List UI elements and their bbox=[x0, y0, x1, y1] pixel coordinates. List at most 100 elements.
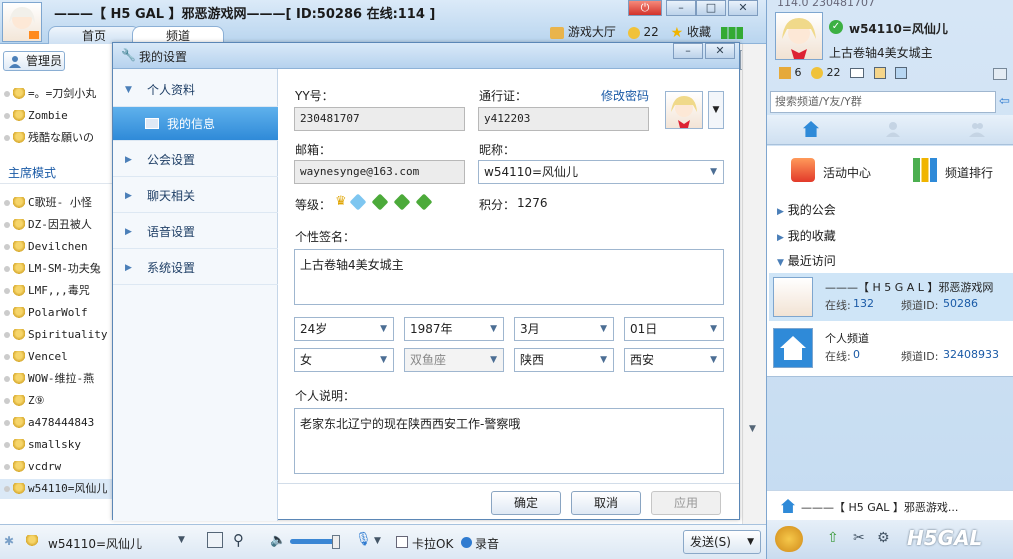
channel-ranking-link[interactable]: 频道排行 bbox=[945, 164, 993, 181]
scroll-down-icon[interactable]: ▼ bbox=[749, 424, 756, 434]
sidebar-item-system[interactable]: ▶ 系统设置 bbox=[113, 251, 278, 285]
my-signature[interactable]: 上古卷轴4美女城主 bbox=[829, 44, 933, 61]
maximize-button[interactable]: □ bbox=[696, 0, 726, 16]
birth-day-select[interactable]: 01日 ▼ bbox=[624, 317, 724, 341]
role-bar: 管理员 bbox=[0, 50, 110, 72]
list-item[interactable]: vcdrw bbox=[0, 457, 112, 477]
search-icon[interactable]: ⚲ bbox=[233, 531, 244, 549]
city-select[interactable]: 西安 ▼ bbox=[624, 348, 724, 372]
list-item[interactable]: 残酷な願いの bbox=[0, 128, 112, 148]
tab-groups-icon[interactable] bbox=[969, 121, 985, 137]
mascot-icon[interactable] bbox=[775, 526, 803, 552]
avatar-dropdown-button[interactable]: ▼ bbox=[708, 91, 724, 129]
signature-label: 个性签名： bbox=[295, 230, 356, 244]
list-item[interactable]: PolarWolf bbox=[0, 303, 112, 323]
zodiac-select: 双鱼座 ▼ bbox=[404, 348, 504, 372]
skin-icon[interactable] bbox=[993, 68, 1007, 80]
birth-year-select[interactable]: 1987年 ▼ bbox=[404, 317, 504, 341]
my-avatar[interactable] bbox=[775, 12, 823, 60]
my-guild-item[interactable]: ▶ 我的公会 bbox=[777, 201, 836, 218]
sidebar-item-profile[interactable]: ▼ 个人资料 bbox=[113, 73, 278, 107]
download-icon[interactable] bbox=[895, 67, 907, 79]
list-item[interactable]: Zombie bbox=[0, 106, 112, 126]
karaoke-checkbox[interactable] bbox=[396, 536, 408, 548]
mail-icon[interactable] bbox=[850, 68, 864, 78]
dialog-minimize-button[interactable]: – bbox=[673, 43, 703, 59]
grid-icon[interactable] bbox=[873, 67, 886, 79]
list-item[interactable]: DZ-因丑被人 bbox=[0, 215, 112, 235]
nickname-field[interactable]: w54110=风仙儿 ▼ bbox=[478, 160, 724, 184]
list-item[interactable]: smallsky bbox=[0, 435, 112, 455]
minimize-button[interactable]: – bbox=[666, 0, 696, 16]
search-input[interactable]: 搜索频道/Y友/Y群 bbox=[770, 91, 996, 113]
list-item[interactable]: C歌班- 小怪 bbox=[0, 193, 112, 213]
province-select[interactable]: 陕西 ▼ bbox=[514, 348, 614, 372]
game-hall-link[interactable]: 游戏大厅 bbox=[568, 25, 616, 39]
speaker-mute-icon[interactable]: 🔈 bbox=[270, 533, 286, 548]
volume-handle[interactable] bbox=[332, 535, 340, 549]
user-icon bbox=[13, 87, 25, 101]
tools-icon[interactable]: ✂ bbox=[853, 530, 865, 546]
online-label: 在线: bbox=[825, 299, 851, 312]
my-favorites-item[interactable]: ▶ 我的收藏 bbox=[777, 227, 836, 244]
send-button[interactable]: 发送(S) ▼ bbox=[683, 530, 761, 554]
profile-avatar[interactable] bbox=[665, 91, 703, 129]
list-item[interactable]: Z⑨ bbox=[0, 391, 112, 411]
sidebar-item-chat[interactable]: ▶ 聊天相关 bbox=[113, 179, 278, 213]
record-icon[interactable] bbox=[461, 537, 472, 548]
current-user-name[interactable]: w54110=风仙儿 bbox=[48, 535, 142, 552]
list-item[interactable]: WOW-维拉-燕 bbox=[0, 369, 112, 389]
list-item[interactable]: a478444843 bbox=[0, 413, 112, 433]
chevron-down-icon[interactable]: ▼ bbox=[178, 535, 185, 545]
age-select[interactable]: 24岁 ▼ bbox=[294, 317, 394, 341]
manager-role-button[interactable]: 管理员 bbox=[3, 51, 65, 71]
dialog-close-button[interactable]: ✕ bbox=[705, 43, 735, 59]
list-item[interactable]: =。=刀剑小丸 bbox=[0, 84, 112, 104]
personal-channel-card[interactable]: 个人频道 在线: 0 频道ID: 32408933 bbox=[769, 324, 1013, 372]
current-channel-bar[interactable]: ———【 H5 GAL 】邪恶游戏... bbox=[767, 490, 1013, 520]
notes-icon[interactable] bbox=[207, 532, 223, 548]
chevron-right-icon: ▶ bbox=[125, 263, 132, 273]
settings-icon[interactable]: ✱ bbox=[4, 534, 14, 548]
list-item[interactable]: w54110=风仙儿 bbox=[0, 479, 112, 499]
list-item[interactable]: LMF,,,毒咒 bbox=[0, 281, 112, 301]
chevron-down-icon: ▼ bbox=[380, 324, 387, 334]
recent-channel-card[interactable]: ———【 H 5 G A L 】邪恶游戏网 在线: 132 频道ID: 5028… bbox=[769, 273, 1013, 321]
close-button[interactable]: ✕ bbox=[728, 0, 758, 16]
sidebar-item-voice[interactable]: ▶ 语音设置 bbox=[113, 215, 278, 249]
search-go-icon[interactable]: ⇦ bbox=[999, 94, 1010, 109]
microphone-icon[interactable]: 🎙 bbox=[355, 532, 372, 547]
birth-month-select[interactable]: 3月 ▼ bbox=[514, 317, 614, 341]
tab-friends-icon[interactable] bbox=[885, 121, 901, 137]
settings-icon[interactable]: ⚙ bbox=[877, 530, 890, 546]
list-item[interactable]: Devilchen bbox=[0, 237, 112, 257]
manager-label: 管理员 bbox=[26, 54, 63, 68]
list-item[interactable]: Vencel bbox=[0, 347, 112, 367]
signature-input[interactable]: 上古卷轴4美女城主 bbox=[294, 249, 724, 305]
favorite-link[interactable]: 收藏 bbox=[687, 25, 711, 39]
channel-avatar[interactable] bbox=[2, 2, 42, 42]
gender-select[interactable]: 女 ▼ bbox=[294, 348, 394, 372]
divider bbox=[767, 376, 1013, 377]
chevron-down-icon[interactable]: ▼ bbox=[374, 536, 381, 546]
sidebar-item-my-info[interactable]: 我的信息 bbox=[113, 107, 278, 141]
chevron-right-icon: ▶ bbox=[125, 155, 132, 165]
recent-visits-item[interactable]: ▼ 最近访问 bbox=[777, 252, 836, 269]
cancel-button[interactable]: 取消 bbox=[571, 491, 641, 515]
online-status-icon[interactable]: ✓ bbox=[829, 20, 843, 34]
chevron-down-icon: ▼ bbox=[710, 355, 717, 365]
coin-count: 22 bbox=[643, 25, 659, 39]
description-input[interactable]: 老家东北辽宁的现在陕西西安工作-警察哦 bbox=[294, 408, 724, 474]
channel-mode-label[interactable]: 主席模式 bbox=[8, 164, 56, 181]
ok-button[interactable]: 确定 bbox=[491, 491, 561, 515]
upload-icon[interactable]: ⇧ bbox=[827, 530, 839, 546]
tab-home-icon[interactable] bbox=[803, 121, 819, 137]
change-password-link[interactable]: 修改密码 bbox=[601, 87, 649, 104]
list-item[interactable]: LM-SM-功夫兔 bbox=[0, 259, 112, 279]
main-scrollbar[interactable]: ▼ bbox=[742, 44, 766, 524]
sidebar-item-guild[interactable]: ▶ 公会设置 bbox=[113, 143, 278, 177]
power-button[interactable]: ⏻ bbox=[628, 0, 662, 16]
list-item[interactable]: Spirituality bbox=[0, 325, 112, 345]
activity-center-link[interactable]: 活动中心 bbox=[823, 164, 871, 181]
chevron-down-icon: ▼ bbox=[490, 324, 497, 334]
